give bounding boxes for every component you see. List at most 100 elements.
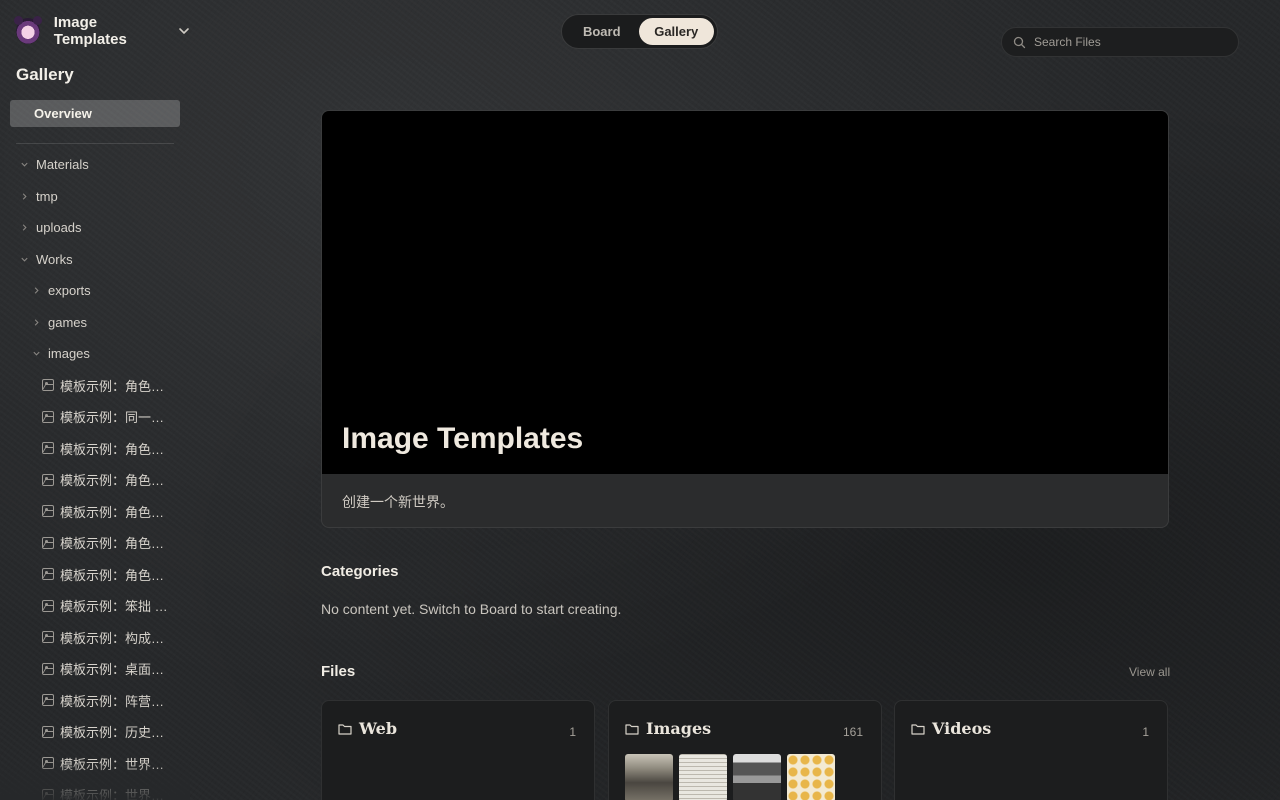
view-all-link[interactable]: View all — [1129, 665, 1170, 679]
tree-item-image[interactable]: 模板示例：世界内… — [0, 779, 190, 800]
tree-item-image[interactable]: 模板示例：阵营徽… — [0, 685, 190, 717]
image-icon — [42, 442, 54, 455]
workspace-avatar-icon — [14, 16, 42, 44]
image-icon — [42, 473, 54, 486]
image-icon — [42, 788, 54, 800]
thumbnail-strip — [625, 754, 835, 800]
card-name: Videos — [932, 719, 992, 738]
tree-item-image[interactable]: 模板示例：角色等… — [0, 464, 190, 496]
image-icon — [42, 694, 54, 707]
tree-item-label: 模板示例：角色语… — [60, 567, 172, 583]
hero-title: Image Templates — [342, 422, 584, 455]
image-icon — [42, 662, 54, 675]
search-input[interactable] — [1034, 35, 1224, 49]
tree-item-label: Materials — [36, 157, 89, 173]
image-icon — [42, 631, 54, 644]
tree-item-image[interactable]: 模板示例：桌面吉… — [0, 653, 190, 685]
tree-item-label: 模板示例：世界内… — [60, 756, 172, 772]
tree-item-folder[interactable]: tmp — [0, 181, 190, 213]
tree-item-image[interactable]: 模板示例：构成主… — [0, 622, 190, 654]
chevron-right-icon[interactable] — [18, 190, 30, 202]
tree-item-image[interactable]: 模板示例：角色生… — [0, 370, 190, 402]
tree-item-image[interactable]: 模板示例：角色语… — [0, 559, 190, 591]
chevron-right-icon[interactable] — [18, 222, 30, 234]
tree-item-folder[interactable]: images — [0, 338, 190, 370]
chevron-down-icon[interactable] — [18, 253, 30, 265]
categories-title: Categories — [321, 563, 399, 580]
tree-item-folder[interactable]: games — [0, 307, 190, 339]
file-tree: Materials tmp uploads Works exports games imag… — [0, 149, 190, 800]
tree-item-label: 模板示例：角色等… — [60, 473, 172, 489]
tree-item-label: 模板示例：构成主… — [60, 630, 172, 646]
search-bar[interactable] — [1001, 27, 1239, 57]
tree-item-label: images — [48, 346, 90, 362]
image-icon — [42, 725, 54, 738]
image-icon — [42, 379, 54, 392]
image-icon — [42, 410, 54, 423]
sidebar-item-overview[interactable]: Overview — [10, 100, 180, 127]
thumbnail[interactable] — [679, 754, 727, 800]
card-name: Web — [359, 719, 398, 738]
sidebar: Image Templates Gallery Overview Materia… — [0, 0, 190, 800]
tree-item-image[interactable]: 模板示例：角色设… — [0, 433, 190, 465]
tree-item-folder[interactable]: uploads — [0, 212, 190, 244]
file-card-web[interactable]: Web 1 — [321, 700, 595, 800]
tab-gallery[interactable]: Gallery — [638, 18, 714, 45]
tree-item-label: 模板示例：笨拙 … — [60, 599, 168, 615]
tab-board[interactable]: Board — [565, 18, 639, 45]
tree-item-label: 模板示例：同一角… — [60, 410, 172, 426]
image-icon — [42, 536, 54, 549]
tree-item-label: 模板示例：角色档… — [60, 536, 172, 552]
search-icon — [1013, 36, 1026, 48]
chevron-down-icon[interactable] — [178, 25, 190, 37]
chevron-right-icon[interactable] — [30, 285, 42, 297]
thumbnail[interactable] — [787, 754, 835, 800]
hero-banner: Image Templates 创建一个新世界。 — [321, 110, 1169, 528]
hero-description: 创建一个新世界。 — [342, 494, 454, 510]
tree-item-image[interactable]: 模板示例：同一角… — [0, 401, 190, 433]
tree-item-label: 模板示例：历史报… — [60, 725, 172, 741]
card-count: 161 — [842, 725, 863, 739]
tree-item-label: exports — [48, 283, 91, 299]
files-title: Files — [321, 663, 356, 680]
image-icon — [42, 568, 54, 581]
sidebar-section-title: Gallery — [16, 65, 74, 84]
chevron-down-icon[interactable] — [30, 348, 42, 360]
sidebar-divider — [16, 143, 174, 144]
hero-media: Image Templates — [322, 111, 1168, 474]
tree-item-image[interactable]: 模板示例：笨拙 … — [0, 590, 190, 622]
image-icon — [42, 505, 54, 518]
tree-item-folder[interactable]: Works — [0, 244, 190, 276]
tree-item-image[interactable]: 模板示例：角色档… — [0, 527, 190, 559]
tree-item-label: 模板示例：世界内… — [60, 788, 172, 800]
workspace-title: Image Templates — [53, 14, 127, 48]
tree-item-folder[interactable]: Materials — [0, 149, 190, 181]
tree-item-folder[interactable]: exports — [0, 275, 190, 307]
folder-icon — [625, 723, 639, 735]
thumbnail[interactable] — [625, 754, 673, 800]
image-icon — [42, 599, 54, 612]
tree-item-label: 模板示例：角色生… — [60, 378, 172, 394]
folder-icon — [911, 723, 925, 735]
thumbnail[interactable] — [733, 754, 781, 800]
tree-item-label: uploads — [36, 220, 82, 236]
tree-item-label: 模板示例：阵营徽… — [60, 693, 172, 709]
workspace-switcher[interactable]: Image Templates — [14, 14, 190, 48]
tree-item-label: games — [48, 314, 88, 330]
file-card-videos[interactable]: Videos 1 — [894, 700, 1168, 800]
tree-item-label: 模板示例：角色设… — [60, 441, 172, 457]
view-switch: Board Gallery — [561, 14, 718, 49]
file-card-images[interactable]: Images 161 — [608, 700, 882, 800]
tree-item-image[interactable]: 模板示例：角色毛… — [0, 496, 190, 528]
chevron-right-icon[interactable] — [30, 316, 42, 328]
tree-item-image[interactable]: 模板示例：世界内… — [0, 748, 190, 780]
categories-empty-text: No content yet. Switch to Board to start… — [321, 601, 622, 617]
image-icon — [42, 757, 54, 770]
tree-item-label: 模板示例：角色毛… — [60, 504, 172, 520]
folder-icon — [338, 723, 352, 735]
tree-item-label: Works — [36, 251, 73, 267]
tree-item-label: tmp — [36, 188, 58, 204]
chevron-down-icon[interactable] — [18, 159, 30, 171]
card-name: Images — [646, 719, 712, 738]
tree-item-image[interactable]: 模板示例：历史报… — [0, 716, 190, 748]
